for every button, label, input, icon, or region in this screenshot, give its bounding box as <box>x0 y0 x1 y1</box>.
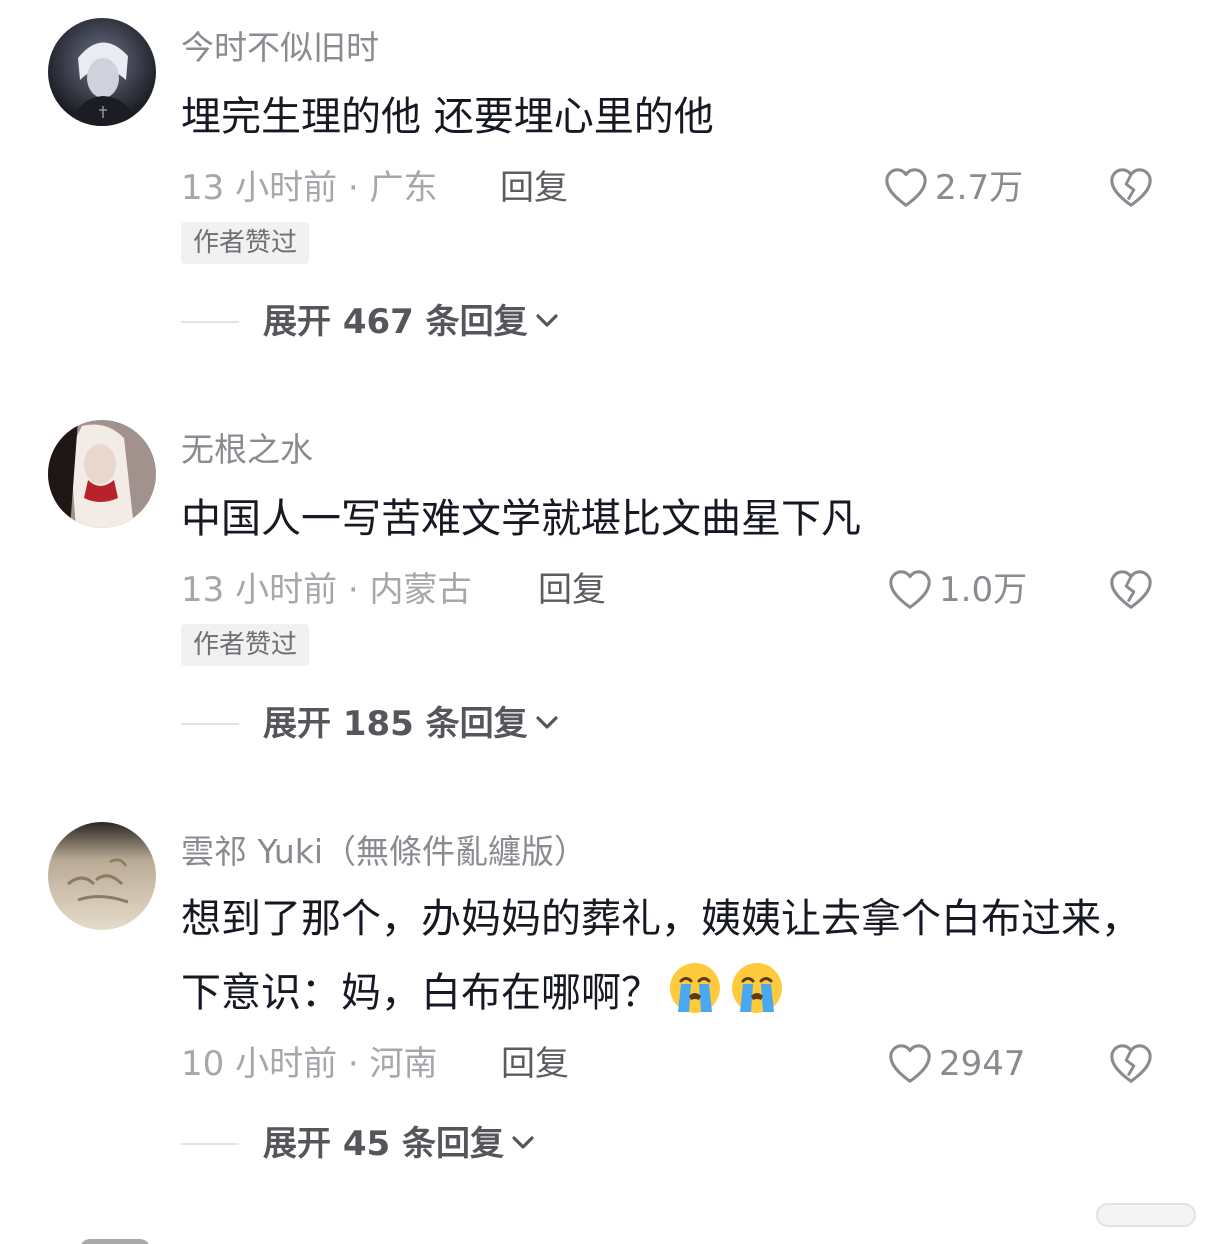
like-button[interactable]: 2947 <box>887 1040 1026 1088</box>
loudly-crying-face-emoji <box>732 963 782 1013</box>
chevron-down-icon <box>536 314 558 327</box>
broken-heart-icon <box>1110 1044 1152 1083</box>
comment-meta: 13 小时前 · 广东 <box>181 168 438 208</box>
loudly-crying-face-emoji <box>670 963 720 1013</box>
username[interactable]: 无根之水 <box>181 428 313 472</box>
avatar[interactable] <box>48 822 156 930</box>
comment-meta-row: 13 小时前 · 内蒙古 回复 1.0万 <box>181 566 1171 614</box>
expand-replies-text: 展开 185 条回复 <box>263 704 528 744</box>
comment-meta-row: 10 小时前 · 河南 回复 2947 <box>181 1040 1171 1088</box>
reply-button[interactable]: 回复 <box>500 164 568 212</box>
divider-line <box>181 723 239 725</box>
like-count: 2.7万 <box>935 168 1024 208</box>
chevron-down-icon <box>536 716 558 729</box>
avatar-image <box>48 18 156 126</box>
reply-button[interactable]: 回复 <box>501 1040 569 1088</box>
username[interactable]: 雲祁 Yuki（無條件亂纏版） <box>181 830 587 874</box>
expand-replies-label: 展开 45 条回复 <box>263 1120 536 1168</box>
heart-outline-icon <box>889 1044 931 1083</box>
comment-text: 中国人一写苦难文学就堪比文曲星下凡 <box>181 482 1166 556</box>
like-button[interactable]: 2.7万 <box>883 164 1023 212</box>
chevron-down-icon <box>512 1136 534 1149</box>
avatar-image <box>48 822 156 930</box>
broken-heart-icon <box>1110 570 1152 609</box>
comment-meta: 13 小时前 · 内蒙古 <box>181 570 472 610</box>
expand-replies-label: 展开 185 条回复 <box>263 700 560 748</box>
author-liked-badge: 作者赞过 <box>181 624 310 666</box>
expand-replies-text: 展开 45 条回复 <box>263 1124 504 1164</box>
broken-heart-icon <box>1110 168 1152 207</box>
expand-replies-label: 展开 467 条回复 <box>263 298 560 346</box>
author-liked-badge: 作者赞过 <box>181 222 310 264</box>
like-button[interactable]: 1.0万 <box>887 566 1027 614</box>
reply-button[interactable]: 回复 <box>538 566 606 614</box>
scrollbar[interactable] <box>1096 1203 1196 1227</box>
expand-replies-text: 展开 467 条回复 <box>263 302 528 342</box>
comment-meta-row: 13 小时前 · 广东 回复 2.7万 <box>181 164 1171 212</box>
avatar[interactable] <box>48 420 156 528</box>
comment-text: 想到了那个，办妈妈的葬礼，姨姨让去拿个白布过来，下意识：妈，白布在哪啊？ <box>181 882 1166 1030</box>
comment-text: 埋完生理的他 还要埋心里的他 <box>181 80 1166 154</box>
comment-list: 今时不似旧时 埋完生理的他 还要埋心里的他 13 小时前 · 广东 回复 2.7… <box>0 0 1206 1244</box>
dislike-button[interactable] <box>1107 1040 1155 1088</box>
heart-outline-icon <box>889 570 931 609</box>
comment-text-body: 埋完生理的他 还要埋心里的他 <box>181 94 714 140</box>
expand-replies-button[interactable]: 展开 185 条回复 <box>181 700 781 748</box>
avatar-image <box>48 420 156 528</box>
dislike-button[interactable] <box>1107 566 1155 614</box>
username[interactable]: 今时不似旧时 <box>181 26 379 70</box>
divider-line <box>181 1143 239 1145</box>
comment-text-body: 想到了那个，办妈妈的葬礼，姨姨让去拿个白布过来，下意识：妈，白布在哪啊？ <box>181 896 1141 1016</box>
heart-outline-icon <box>885 168 927 207</box>
dislike-button[interactable] <box>1107 164 1155 212</box>
avatar[interactable] <box>48 18 156 126</box>
comment-text-body: 中国人一写苦难文学就堪比文曲星下凡 <box>181 496 861 542</box>
like-count: 2947 <box>939 1044 1026 1084</box>
avatar[interactable] <box>80 1239 150 1244</box>
expand-replies-button[interactable]: 展开 45 条回复 <box>181 1120 781 1168</box>
like-count: 1.0万 <box>939 570 1028 610</box>
expand-replies-button[interactable]: 展开 467 条回复 <box>181 298 781 346</box>
divider-line <box>181 321 239 323</box>
comment-meta: 10 小时前 · 河南 <box>181 1044 438 1084</box>
